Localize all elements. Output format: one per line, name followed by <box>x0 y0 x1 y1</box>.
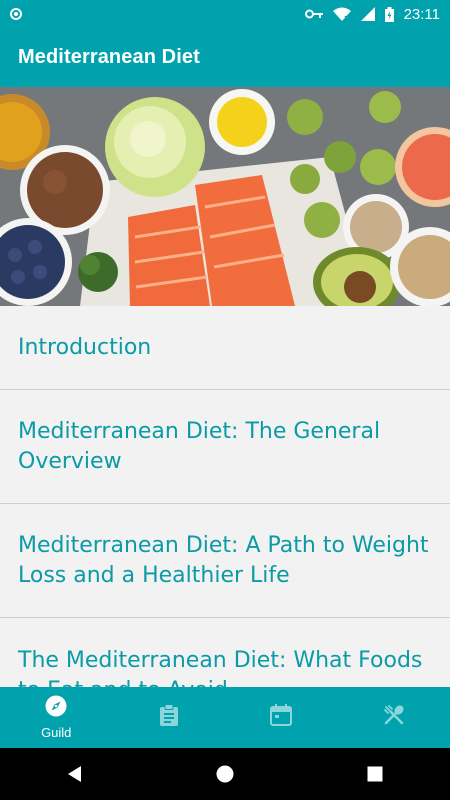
nav-item-calendar[interactable] <box>225 687 338 748</box>
list-item-introduction[interactable]: Introduction <box>0 306 450 390</box>
list-item-label: The Mediterranean Diet: What Foods to Ea… <box>18 648 423 687</box>
list-item-weight-loss[interactable]: Mediterranean Diet: A Path to Weight Los… <box>0 504 450 618</box>
mediterranean-food-image <box>0 87 450 306</box>
chapter-list: Introduction Mediterranean Diet: The Gen… <box>0 306 450 687</box>
list-item-label: Introduction <box>18 334 152 360</box>
notification-dot-icon <box>10 8 22 20</box>
clipboard-icon <box>159 704 179 731</box>
status-time: 23:11 <box>403 5 440 23</box>
nav-item-recipes[interactable] <box>338 687 450 748</box>
nav-item-notes[interactable] <box>113 687 226 748</box>
status-right: 23:11 <box>304 5 440 23</box>
battery-icon <box>384 6 394 22</box>
status-left <box>10 8 22 20</box>
wifi-icon <box>332 7 351 21</box>
page-title: Mediterranean Diet <box>18 46 200 68</box>
calendar-icon <box>270 704 293 731</box>
home-icon[interactable] <box>195 748 255 800</box>
bottom-navigation: Guild <box>0 687 450 748</box>
list-item-label: Mediterranean Diet: The General Overview <box>18 418 381 474</box>
list-item-label: Mediterranean Diet: A Path to Weight Los… <box>18 532 429 588</box>
list-item-general-overview[interactable]: Mediterranean Diet: The General Overview <box>0 390 450 504</box>
signal-icon <box>360 7 375 21</box>
compass-icon <box>45 695 67 722</box>
key-icon <box>304 8 323 20</box>
nav-label-guild: Guild <box>41 725 72 740</box>
utensils-icon <box>383 704 405 731</box>
back-icon[interactable] <box>45 748 105 800</box>
hero-image <box>0 87 450 306</box>
recents-icon[interactable] <box>345 748 405 800</box>
nav-item-guild[interactable]: Guild <box>0 687 113 748</box>
system-navigation-bar <box>0 748 450 800</box>
status-bar: 23:11 <box>0 0 450 28</box>
app-bar: Mediterranean Diet <box>0 28 450 87</box>
list-item-foods[interactable]: The Mediterranean Diet: What Foods to Ea… <box>0 618 450 687</box>
